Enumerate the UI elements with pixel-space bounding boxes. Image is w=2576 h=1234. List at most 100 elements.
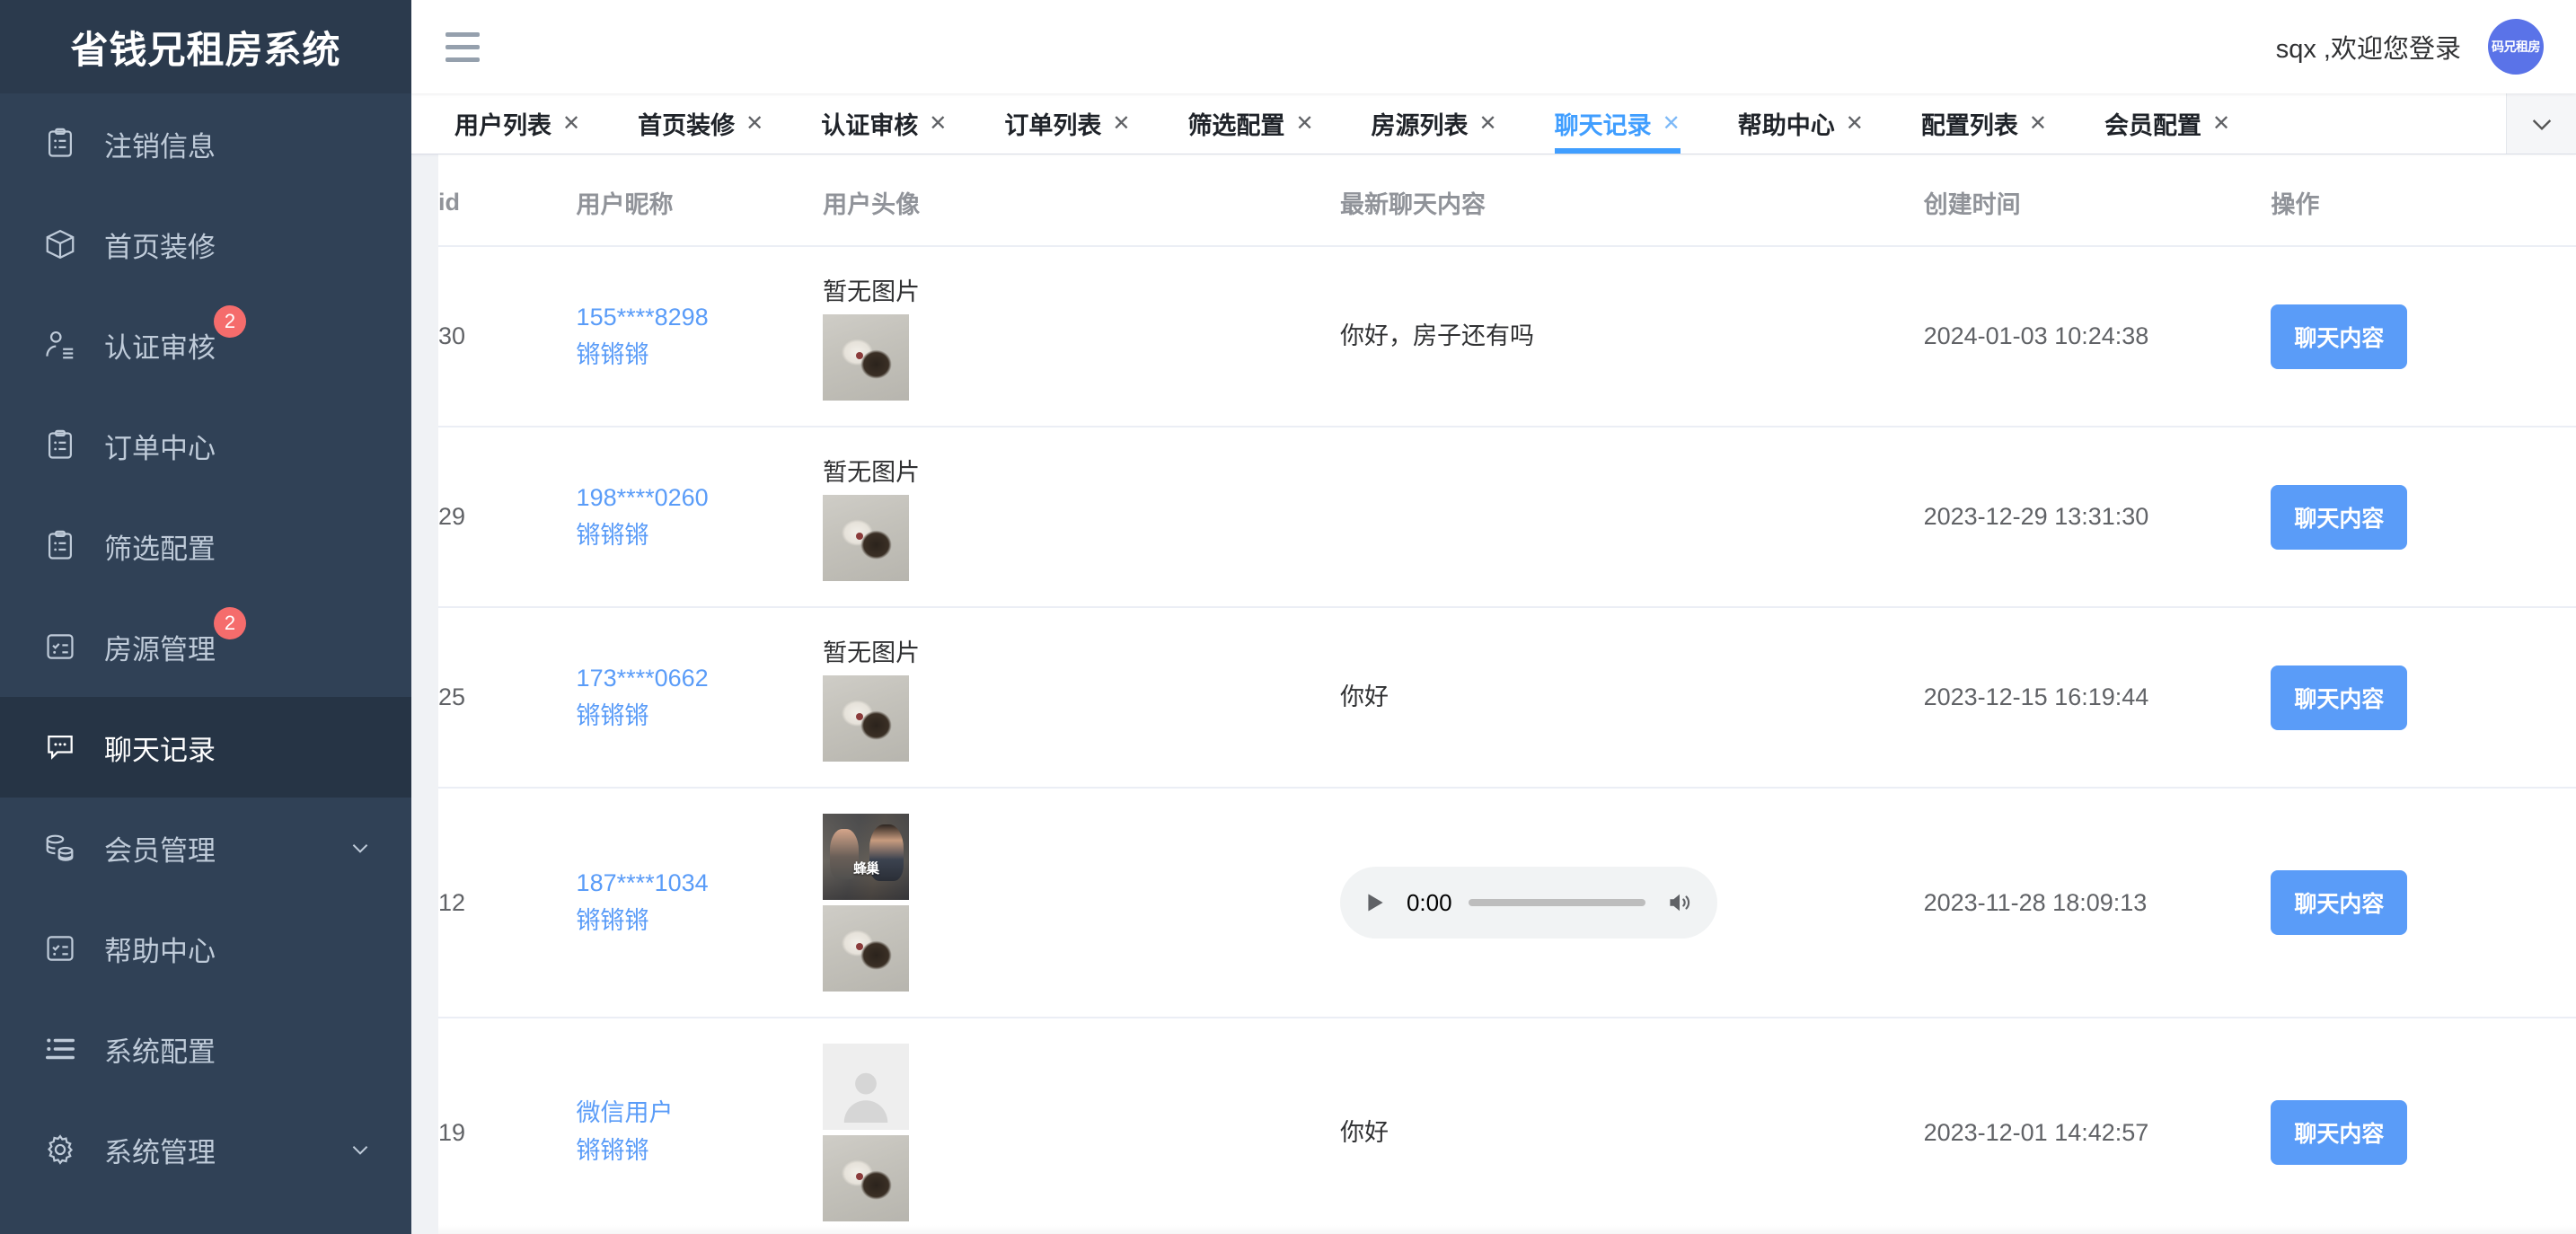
user-nickname-link[interactable]: 锵锵锵 — [577, 903, 824, 940]
user-phone-link[interactable]: 微信用户 — [577, 1095, 824, 1133]
user-phone-link[interactable]: 187****1034 — [577, 865, 824, 903]
cell-id: 25 — [438, 607, 577, 788]
sidebar-logo[interactable]: 省钱兄租房系统 — [0, 0, 411, 93]
tab-3[interactable]: 认证审核✕ — [792, 93, 975, 154]
sidebar-item-label-wrap: 聊天记录 — [104, 727, 216, 768]
audio-player[interactable]: 0:00 — [1340, 867, 1717, 939]
sidebar-item-label-wrap: 房源管理2 — [104, 627, 216, 667]
sidebar-logo-title: 省钱兄租房系统 — [70, 20, 340, 75]
table-header-id: id — [438, 154, 577, 246]
avatar-placeholder[interactable] — [823, 1044, 909, 1130]
user-nickname-link[interactable]: 锵锵锵 — [577, 698, 824, 736]
table-header-label: 操作 — [2271, 191, 2319, 218]
tab-2[interactable]: 首页装修✕ — [609, 93, 792, 154]
avatar-thumbnail[interactable] — [823, 1135, 909, 1221]
sidebar-item-label: 房源管理 — [104, 634, 216, 665]
sidebar-item-8[interactable]: 会员管理 — [0, 798, 411, 898]
row-id: 25 — [438, 683, 465, 710]
avatar-thumbnail[interactable] — [823, 675, 909, 762]
sidebar-item-10[interactable]: 系统配置 — [0, 999, 411, 1099]
tab-6[interactable]: 房源列表✕ — [1343, 93, 1526, 154]
table-header-action: 操作 — [2271, 154, 2576, 246]
chat-content-button[interactable]: 聊天内容 — [2271, 665, 2407, 730]
audio-progress-slider[interactable] — [1469, 899, 1645, 906]
tab-1[interactable]: 用户列表✕ — [426, 93, 609, 154]
sidebar-item-label: 注销信息 — [104, 131, 216, 163]
cell-created: 2023-12-29 13:31:30 — [1924, 427, 2272, 607]
cell-action: 聊天内容 — [2271, 246, 2576, 427]
poster-caption: 蜂巢 — [823, 859, 909, 877]
user-nickname-link[interactable]: 锵锵锵 — [577, 1133, 824, 1170]
close-icon[interactable]: ✕ — [1295, 113, 1313, 135]
tab-8[interactable]: 帮助中心✕ — [1709, 93, 1892, 154]
cell-created: 2023-12-15 16:19:44 — [1924, 607, 2272, 788]
hamburger-icon[interactable] — [440, 22, 490, 72]
table-header-label: 用户昵称 — [577, 191, 674, 218]
chevron-down-icon[interactable] — [348, 836, 372, 859]
tab-10[interactable]: 会员配置✕ — [2076, 93, 2259, 154]
close-icon[interactable]: ✕ — [1479, 113, 1497, 135]
cell-avatar: 暂无图片 — [823, 246, 1340, 427]
sidebar-item-9[interactable]: 帮助中心 — [0, 898, 411, 999]
close-icon[interactable]: ✕ — [2212, 113, 2230, 135]
sidebar-item-label: 订单中心 — [104, 433, 216, 464]
close-icon[interactable]: ✕ — [2029, 113, 2047, 135]
table-row: 29198****0260锵锵锵暂无图片2023-12-29 13:31:30聊… — [438, 427, 2576, 607]
chat-content-button[interactable]: 聊天内容 — [2271, 870, 2407, 935]
row-id: 30 — [438, 322, 465, 349]
tabs-more-button[interactable] — [2506, 93, 2576, 154]
cell-id: 29 — [438, 427, 577, 607]
close-icon[interactable]: ✕ — [1112, 113, 1130, 135]
close-icon[interactable]: ✕ — [562, 113, 580, 135]
tab-4[interactable]: 订单列表 ✕ — [975, 93, 1159, 154]
sidebar-item-3[interactable]: 认证审核2 — [0, 295, 411, 395]
avatar-thumbnail[interactable] — [823, 905, 909, 992]
sidebar-item-2[interactable]: 首页装修 — [0, 194, 411, 295]
user-nickname-link[interactable]: 锵锵锵 — [577, 337, 824, 375]
close-icon[interactable]: ✕ — [1663, 113, 1681, 135]
user-phone-link[interactable]: 198****0260 — [577, 480, 824, 517]
sidebar-item-label: 筛选配置 — [104, 533, 216, 565]
welcome-text: sqx ,欢迎您登录 — [2276, 28, 2461, 66]
main-area: sqx ,欢迎您登录 码兄租房 用户列表✕首页装修✕认证审核✕订单列表✕筛选配置… — [411, 0, 2576, 1234]
play-icon[interactable] — [1360, 887, 1390, 918]
avatar-thumbnail[interactable]: 蜂巢 — [823, 814, 909, 900]
user-nickname-link[interactable]: 锵锵锵 — [577, 517, 824, 555]
sidebar-item-11[interactable]: 系统管理 — [0, 1099, 411, 1200]
user-phone-link[interactable]: 155****8298 — [577, 299, 824, 337]
sidebar-item-1[interactable]: 注销信息 — [0, 93, 411, 194]
avatar-thumbnail[interactable] — [823, 314, 909, 401]
table-header-message: 最新聊天内容 — [1340, 154, 1924, 246]
tab-5[interactable]: 筛选配置✕ — [1159, 93, 1342, 154]
sidebar-item-6[interactable]: 房源管理2 — [0, 596, 411, 697]
sidebar-item-4[interactable]: 订单中心 — [0, 395, 411, 496]
chevron-down-icon — [2527, 110, 2556, 138]
created-time: 2023-11-28 18:09:13 — [1924, 889, 2148, 916]
sidebar-item-5[interactable]: 筛选配置 — [0, 496, 411, 596]
volume-icon[interactable] — [1662, 887, 1698, 918]
table-header-avatar: 用户头像 — [823, 154, 1340, 246]
chevron-down-icon[interactable] — [348, 1138, 372, 1161]
chat-records-card: id用户昵称用户头像最新聊天内容创建时间操作 30155****8298锵锵锵暂… — [438, 154, 2576, 1234]
sidebar-item-badge: 2 — [214, 305, 246, 338]
chat-content-button[interactable]: 聊天内容 — [2271, 1100, 2407, 1165]
close-icon[interactable]: ✕ — [929, 113, 947, 135]
cell-created: 2024-01-03 10:24:38 — [1924, 246, 2272, 427]
tab-label: 订单列表 — [1004, 106, 1101, 141]
close-icon[interactable]: ✕ — [1846, 113, 1864, 135]
avatar-thumbnail[interactable] — [823, 495, 909, 581]
chat-content-button[interactable]: 聊天内容 — [2271, 304, 2407, 369]
tabs-scroll: 用户列表✕首页装修✕认证审核✕订单列表✕筛选配置✕房源列表✕聊天记录✕帮助中心✕… — [411, 93, 2506, 154]
tab-9[interactable]: 配置列表✕ — [1892, 93, 2076, 154]
user-phone-link[interactable]: 173****0662 — [577, 660, 824, 698]
chat-content-button[interactable]: 聊天内容 — [2271, 485, 2407, 550]
avatar[interactable]: 码兄租房 — [2488, 19, 2544, 75]
table-row: 25173****0662锵锵锵暂无图片你好2023-12-15 16:19:4… — [438, 607, 2576, 788]
cell-avatar — [823, 1018, 1340, 1234]
clipboard-list-icon — [40, 425, 81, 466]
tab-7[interactable]: 聊天记录 ✕ — [1526, 93, 1709, 154]
table-header-row: id用户昵称用户头像最新聊天内容创建时间操作 — [438, 154, 2576, 246]
tab-label: 聊天记录 — [1555, 106, 1652, 141]
sidebar-item-7[interactable]: 聊天记录 — [0, 697, 411, 798]
close-icon[interactable]: ✕ — [745, 113, 763, 135]
